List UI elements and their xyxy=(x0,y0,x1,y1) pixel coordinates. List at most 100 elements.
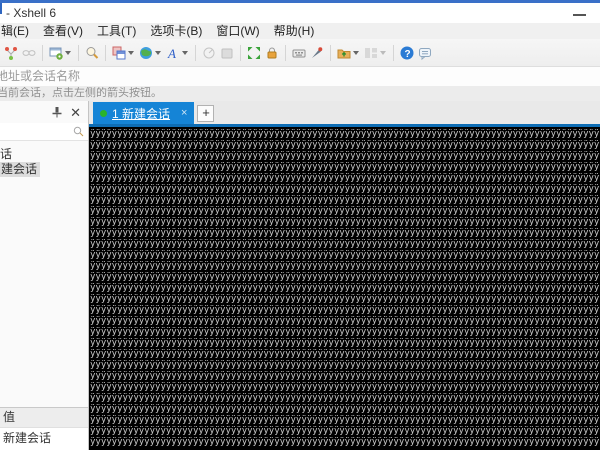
main-area: ✕ 话 建会话 值 新建会话 1 新建会话 × + xyxy=(0,101,600,450)
terminal-row: ÿÿÿÿÿÿÿÿÿÿÿÿÿÿÿÿÿÿÿÿÿÿÿÿÿÿÿÿÿÿÿÿÿÿÿÿÿÿÿÿ… xyxy=(90,173,600,184)
terminal-row: ÿÿÿÿÿÿÿÿÿÿÿÿÿÿÿÿÿÿÿÿÿÿÿÿÿÿÿÿÿÿÿÿÿÿÿÿÿÿÿÿ… xyxy=(90,129,600,140)
launch-icon[interactable] xyxy=(308,44,326,62)
terminal-row: ÿÿÿÿÿÿÿÿÿÿÿÿÿÿÿÿÿÿÿÿÿÿÿÿÿÿÿÿÿÿÿÿÿÿÿÿÿÿÿÿ… xyxy=(90,349,600,360)
terminal-row: ÿÿÿÿÿÿÿÿÿÿÿÿÿÿÿÿÿÿÿÿÿÿÿÿÿÿÿÿÿÿÿÿÿÿÿÿÿÿÿÿ… xyxy=(90,382,600,393)
tree-item-all-sessions[interactable]: 话 xyxy=(0,147,88,162)
fullscreen-icon[interactable] xyxy=(245,44,263,62)
toolbar: A ? xyxy=(0,39,600,67)
transfer-dropdown-icon[interactable] xyxy=(353,51,359,55)
history-icon xyxy=(218,44,236,62)
info-bar: 当前会话，点击左侧的箭头按钮。 xyxy=(0,87,600,101)
terminal-row: ÿÿÿÿÿÿÿÿÿÿÿÿÿÿÿÿÿÿÿÿÿÿÿÿÿÿÿÿÿÿÿÿÿÿÿÿÿÿÿÿ… xyxy=(90,393,600,404)
terminal-row: ÿÿÿÿÿÿÿÿÿÿÿÿÿÿÿÿÿÿÿÿÿÿÿÿÿÿÿÿÿÿÿÿÿÿÿÿÿÿÿÿ… xyxy=(90,239,600,250)
titlebar: - Xshell 6 xyxy=(0,3,600,23)
terminal-row: ÿÿÿÿÿÿÿÿÿÿÿÿÿÿÿÿÿÿÿÿÿÿÿÿÿÿÿÿÿÿÿÿÿÿÿÿÿÿÿÿ… xyxy=(90,217,600,228)
new-tab-button[interactable]: + xyxy=(197,105,214,122)
menu-item-tab[interactable]: 选项卡(B) xyxy=(143,23,209,39)
xshell-window: - Xshell 6 辑(E) 查看(V) 工具(T) 选项卡(B) 窗口(W)… xyxy=(0,0,600,450)
lock-icon[interactable] xyxy=(263,44,281,62)
feedback-icon[interactable] xyxy=(416,44,434,62)
tab-new-session[interactable]: 1 新建会话 × xyxy=(93,102,194,124)
toolbar-separator xyxy=(105,45,106,61)
transfer-folder-icon[interactable] xyxy=(335,44,353,62)
terminal-row: ÿÿÿÿÿÿÿÿÿÿÿÿÿÿÿÿÿÿÿÿÿÿÿÿÿÿÿÿÿÿÿÿÿÿÿÿÿÿÿÿ… xyxy=(90,294,600,305)
terminal-row: ÿÿÿÿÿÿÿÿÿÿÿÿÿÿÿÿÿÿÿÿÿÿÿÿÿÿÿÿÿÿÿÿÿÿÿÿÿÿÿÿ… xyxy=(90,316,600,327)
tab-bar: 1 新建会话 × + xyxy=(89,101,600,124)
search-icon xyxy=(73,126,84,137)
terminal-row: ÿÿÿÿÿÿÿÿÿÿÿÿÿÿÿÿÿÿÿÿÿÿÿÿÿÿÿÿÿÿÿÿÿÿÿÿÿÿÿÿ… xyxy=(90,162,600,173)
properties-header: 值 xyxy=(0,407,88,428)
toolbar-separator xyxy=(330,45,331,61)
app-icon xyxy=(0,3,2,14)
session-search-input[interactable] xyxy=(0,123,88,141)
window-title: - Xshell 6 xyxy=(6,6,56,20)
terminal-screen[interactable]: ÿÿÿÿÿÿÿÿÿÿÿÿÿÿÿÿÿÿÿÿÿÿÿÿÿÿÿÿÿÿÿÿÿÿÿÿÿÿÿÿ… xyxy=(89,127,600,450)
menu-item-help[interactable]: 帮助(H) xyxy=(267,23,322,39)
terminal-row: ÿÿÿÿÿÿÿÿÿÿÿÿÿÿÿÿÿÿÿÿÿÿÿÿÿÿÿÿÿÿÿÿÿÿÿÿÿÿÿÿ… xyxy=(90,206,600,217)
menu-item-view[interactable]: 查看(V) xyxy=(36,23,90,39)
session-tree-empty-area xyxy=(0,177,88,407)
info-bar-text: 当前会话，点击左侧的箭头按钮。 xyxy=(0,87,162,100)
terminal-row: ÿÿÿÿÿÿÿÿÿÿÿÿÿÿÿÿÿÿÿÿÿÿÿÿÿÿÿÿÿÿÿÿÿÿÿÿÿÿÿÿ… xyxy=(90,195,600,206)
new-session-icon[interactable] xyxy=(47,44,65,62)
terminal-pane: 1 新建会话 × + ÿÿÿÿÿÿÿÿÿÿÿÿÿÿÿÿÿÿÿÿÿÿÿÿÿÿÿÿÿ… xyxy=(89,101,600,450)
session-tree: 话 建会话 xyxy=(0,141,88,177)
minimize-button[interactable] xyxy=(570,7,590,21)
tab-label: 1 新建会话 xyxy=(112,105,170,122)
terminal-row: ÿÿÿÿÿÿÿÿÿÿÿÿÿÿÿÿÿÿÿÿÿÿÿÿÿÿÿÿÿÿÿÿÿÿÿÿÿÿÿÿ… xyxy=(90,404,600,415)
terminal-row: ÿÿÿÿÿÿÿÿÿÿÿÿÿÿÿÿÿÿÿÿÿÿÿÿÿÿÿÿÿÿÿÿÿÿÿÿÿÿÿÿ… xyxy=(90,184,600,195)
menu-item-tools[interactable]: 工具(T) xyxy=(90,23,143,39)
sessions-icon[interactable] xyxy=(2,44,20,62)
toolbar-separator xyxy=(240,45,241,61)
minimize-icon xyxy=(573,14,586,16)
font-icon[interactable]: A xyxy=(164,44,182,62)
terminal-row: ÿÿÿÿÿÿÿÿÿÿÿÿÿÿÿÿÿÿÿÿÿÿÿÿÿÿÿÿÿÿÿÿÿÿÿÿÿÿÿÿ… xyxy=(90,305,600,316)
connect-icon xyxy=(20,44,38,62)
session-status-dot xyxy=(100,110,107,117)
terminal-row: ÿÿÿÿÿÿÿÿÿÿÿÿÿÿÿÿÿÿÿÿÿÿÿÿÿÿÿÿÿÿÿÿÿÿÿÿÿÿÿÿ… xyxy=(90,140,600,151)
terminal-row: ÿÿÿÿÿÿÿÿÿÿÿÿÿÿÿÿÿÿÿÿÿÿÿÿÿÿÿÿÿÿÿÿÿÿÿÿÿÿÿÿ… xyxy=(90,360,600,371)
terminal-row: ÿÿÿÿÿÿÿÿÿÿÿÿÿÿÿÿÿÿÿÿÿÿÿÿÿÿÿÿÿÿÿÿÿÿÿÿÿÿÿÿ… xyxy=(90,250,600,261)
menubar: 辑(E) 查看(V) 工具(T) 选项卡(B) 窗口(W) 帮助(H) xyxy=(0,23,600,39)
toolbar-separator xyxy=(285,45,286,61)
address-input[interactable]: 地址或会话名称 xyxy=(0,67,600,87)
color-scheme-dropdown-icon[interactable] xyxy=(128,51,134,55)
keyboard-icon[interactable] xyxy=(290,44,308,62)
properties-value-row[interactable]: 新建会话 xyxy=(0,428,88,450)
font-dropdown-icon[interactable] xyxy=(182,51,188,55)
session-manager-panel: ✕ 话 建会话 值 新建会话 xyxy=(0,101,89,450)
panel-close-icon[interactable]: ✕ xyxy=(70,106,81,119)
compose-icon xyxy=(200,44,218,62)
address-placeholder: 地址或会话名称 xyxy=(0,67,80,86)
terminal-row: ÿÿÿÿÿÿÿÿÿÿÿÿÿÿÿÿÿÿÿÿÿÿÿÿÿÿÿÿÿÿÿÿÿÿÿÿÿÿÿÿ… xyxy=(90,426,600,437)
terminal-row: ÿÿÿÿÿÿÿÿÿÿÿÿÿÿÿÿÿÿÿÿÿÿÿÿÿÿÿÿÿÿÿÿÿÿÿÿÿÿÿÿ… xyxy=(90,228,600,239)
encoding-icon[interactable] xyxy=(137,44,155,62)
pin-icon[interactable] xyxy=(51,106,62,118)
find-icon[interactable] xyxy=(83,44,101,62)
terminal-row: ÿÿÿÿÿÿÿÿÿÿÿÿÿÿÿÿÿÿÿÿÿÿÿÿÿÿÿÿÿÿÿÿÿÿÿÿÿÿÿÿ… xyxy=(90,327,600,338)
help-icon[interactable]: ? xyxy=(398,44,416,62)
terminal-row: ÿÿÿÿÿÿÿÿÿÿÿÿÿÿÿÿÿÿÿÿÿÿÿÿÿÿÿÿÿÿÿÿÿÿÿÿÿÿÿÿ… xyxy=(90,371,600,382)
menu-item-window[interactable]: 窗口(W) xyxy=(209,23,266,39)
tree-item-new-session[interactable]: 建会话 xyxy=(0,162,88,177)
toolbar-separator xyxy=(195,45,196,61)
menu-item-edit[interactable]: 辑(E) xyxy=(0,23,36,39)
panel-header: ✕ xyxy=(0,101,88,123)
svg-text:A: A xyxy=(167,46,176,61)
toolbar-separator xyxy=(78,45,79,61)
terminal-row: ÿÿÿÿÿÿÿÿÿÿÿÿÿÿÿÿÿÿÿÿÿÿÿÿÿÿÿÿÿÿÿÿÿÿÿÿÿÿÿÿ… xyxy=(90,261,600,272)
layout-icon xyxy=(362,44,380,62)
terminal-row: ÿÿÿÿÿÿÿÿÿÿÿÿÿÿÿÿÿÿÿÿÿÿÿÿÿÿÿÿÿÿÿÿÿÿÿÿÿÿÿÿ… xyxy=(90,338,600,349)
terminal-row: ÿÿÿÿÿÿÿÿÿÿÿÿÿÿÿÿÿÿÿÿÿÿÿÿÿÿÿÿÿÿÿÿÿÿÿÿÿÿÿÿ… xyxy=(90,437,600,448)
terminal-row: ÿÿÿÿÿÿÿÿÿÿÿÿÿÿÿÿÿÿÿÿÿÿÿÿÿÿÿÿÿÿÿÿÿÿÿÿÿÿÿÿ… xyxy=(90,151,600,162)
toolbar-separator xyxy=(42,45,43,61)
terminal-row: ÿÿÿÿÿÿÿÿÿÿÿÿÿÿÿÿÿÿÿÿÿÿÿÿÿÿÿÿÿÿÿÿÿÿÿÿÿÿÿÿ… xyxy=(90,272,600,283)
encoding-dropdown-icon[interactable] xyxy=(155,51,161,55)
terminal-row: ÿÿÿÿÿÿÿÿÿÿÿÿÿÿÿÿÿÿÿÿÿÿÿÿÿÿÿÿÿÿÿÿÿÿÿÿÿÿÿÿ… xyxy=(90,415,600,426)
terminal-row: ÿÿÿÿÿÿÿÿÿÿÿÿÿÿÿÿÿÿÿÿÿÿÿÿÿÿÿÿÿÿÿÿÿÿÿÿÿÿÿÿ… xyxy=(90,283,600,294)
tab-close-icon[interactable]: × xyxy=(181,108,187,119)
color-scheme-icon[interactable] xyxy=(110,44,128,62)
toolbar-separator xyxy=(393,45,394,61)
new-session-dropdown-icon[interactable] xyxy=(65,51,71,55)
layout-dropdown-icon xyxy=(380,51,386,55)
